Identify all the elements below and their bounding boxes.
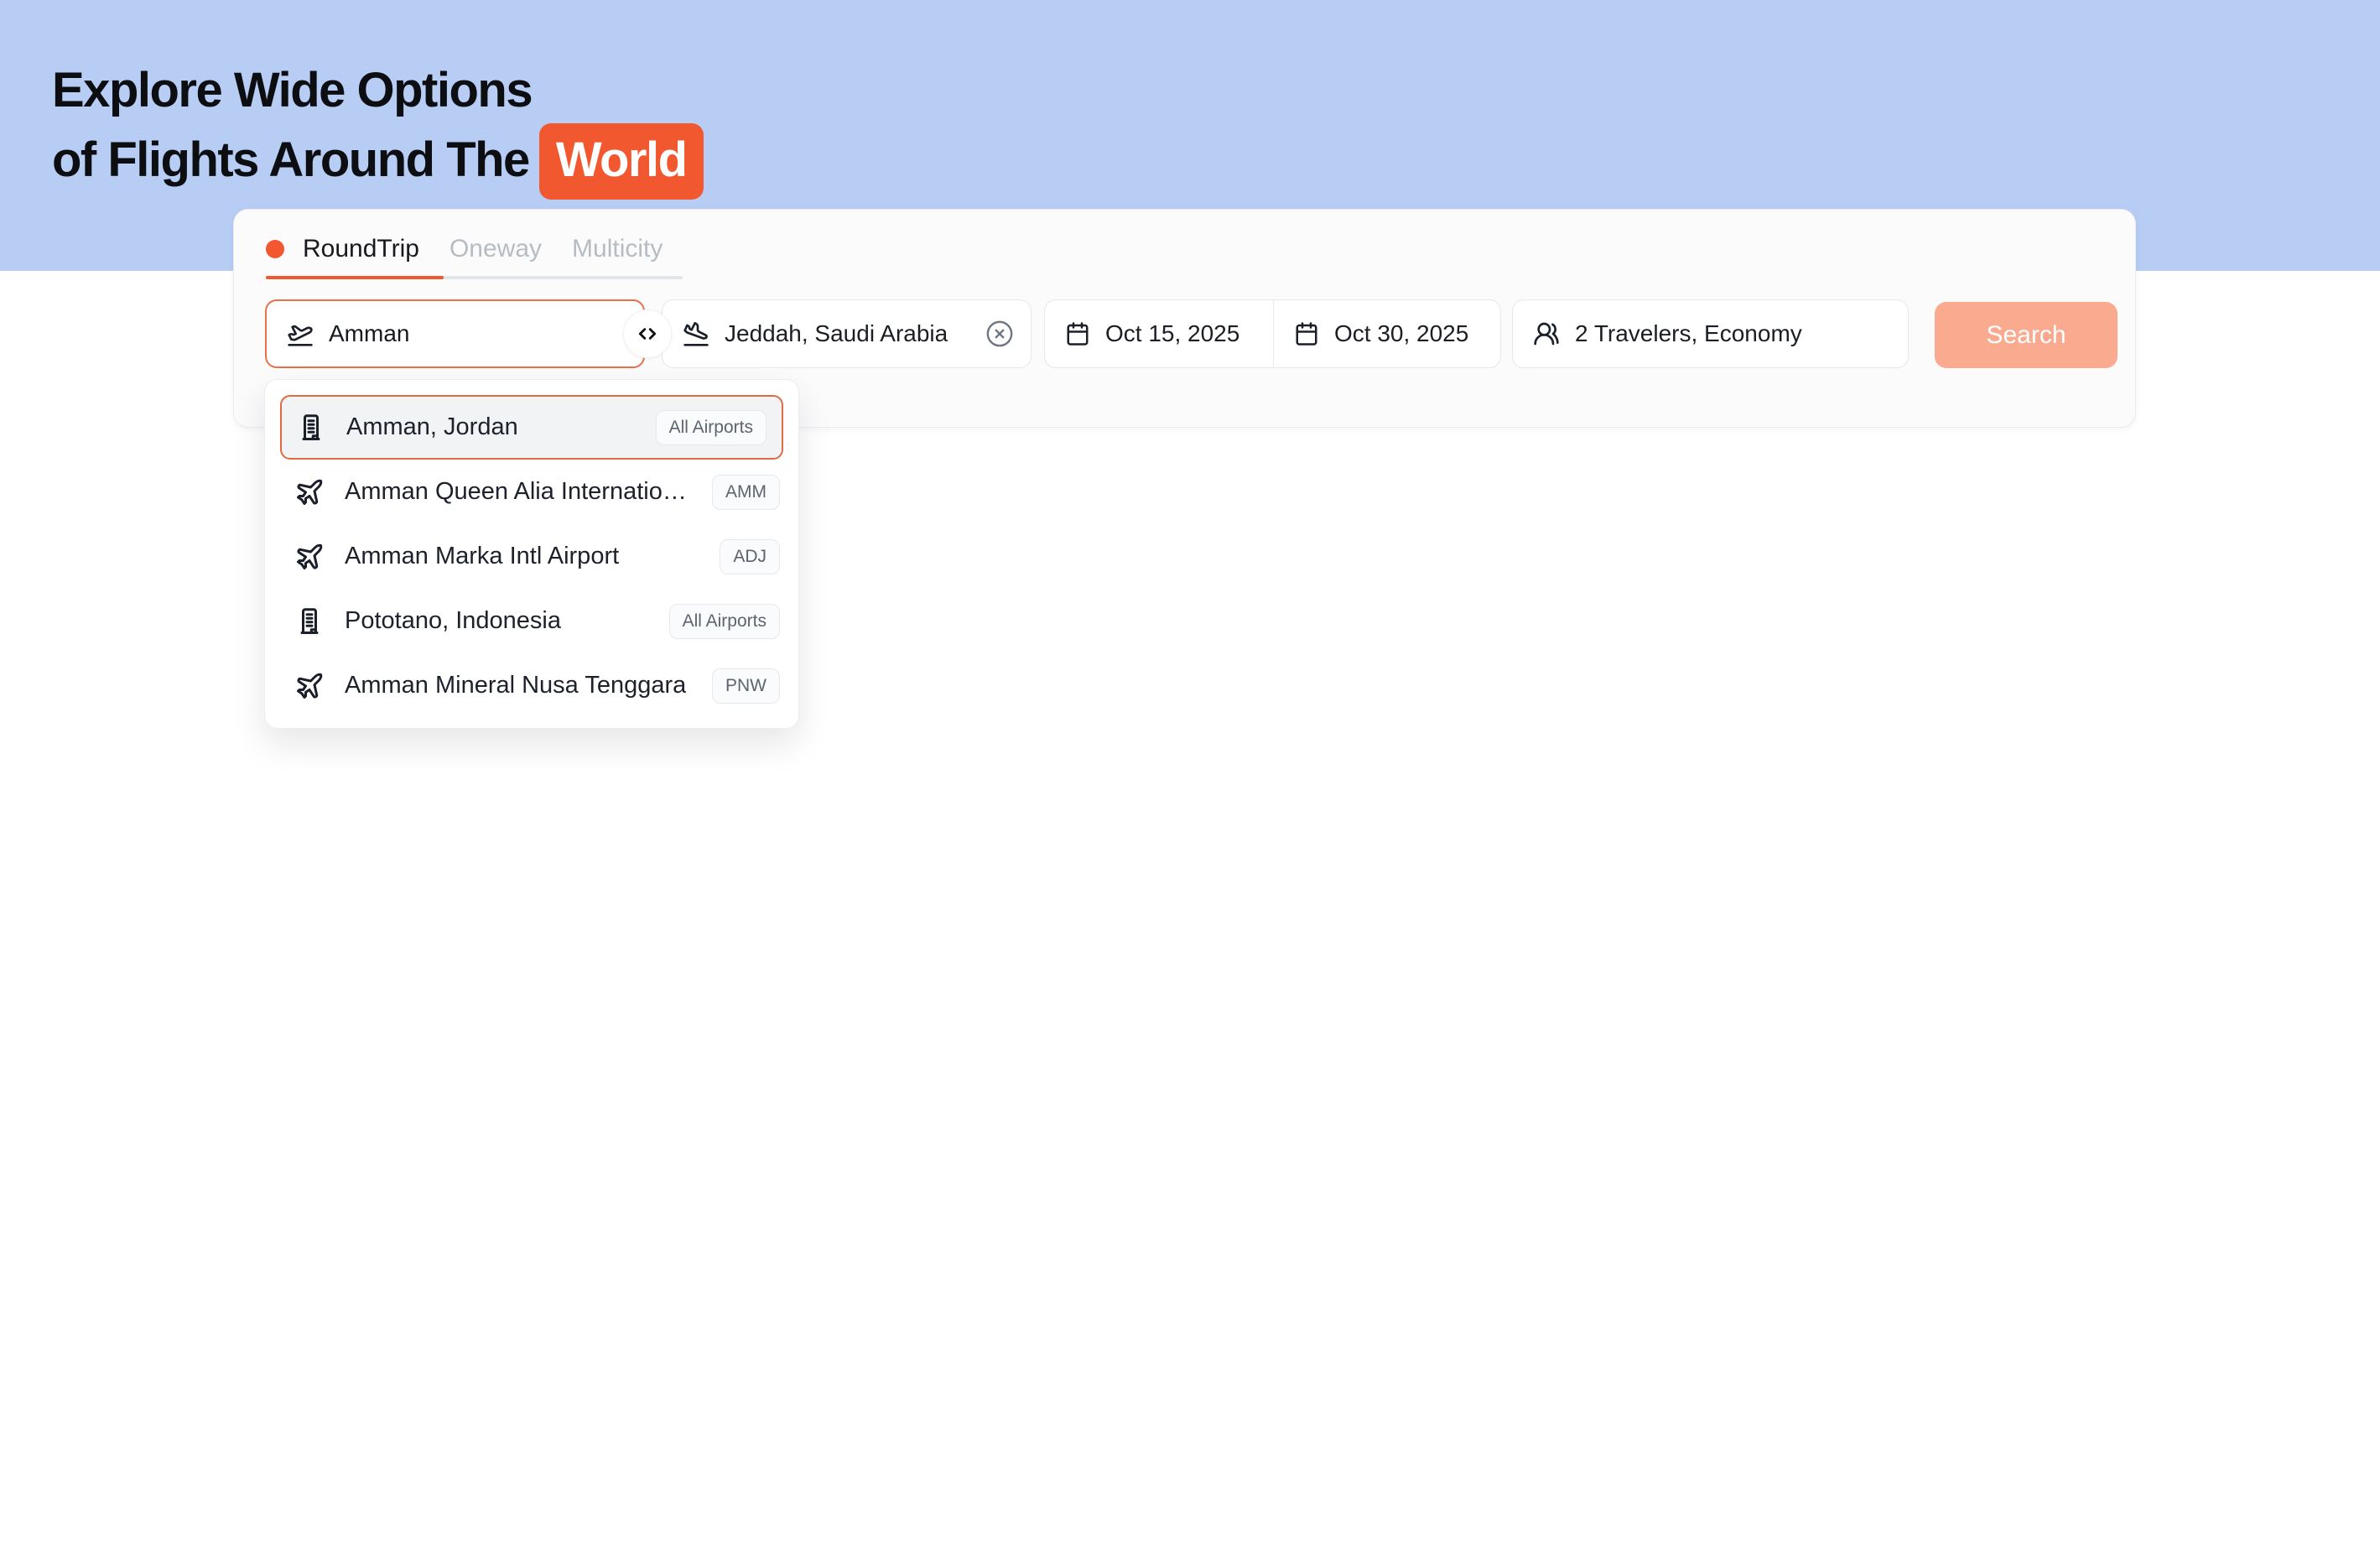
page-title-line2-text: of Flights Around The	[52, 133, 529, 187]
calendar-icon	[1065, 321, 1090, 346]
suggestion-marka-airport[interactable]: Amman Marka Intl Airport ADJ	[265, 524, 798, 589]
title-highlight-chip: World	[539, 123, 704, 200]
suggestion-name: Pototano, Indonesia	[345, 607, 561, 635]
calendar-icon	[1294, 321, 1319, 346]
suggestion-name: Amman Mineral Nusa Tenggara	[345, 672, 686, 699]
active-tab-dot-icon	[266, 240, 284, 258]
clear-destination-button[interactable]	[985, 320, 1014, 348]
travelers-icon	[1533, 320, 1560, 347]
suggestion-amman-mineral[interactable]: Amman Mineral Nusa Tenggara PNW	[265, 653, 798, 718]
swap-arrows-icon	[637, 323, 658, 345]
travelers-value: 2 Travelers, Economy	[1575, 320, 1802, 347]
page-title-line2: of Flights Around TheWorld	[52, 123, 704, 200]
plane-takeoff-icon	[287, 320, 314, 347]
trip-type-tabs: RoundTrip Oneway Multicity	[266, 235, 663, 263]
plane-icon	[294, 671, 325, 701]
swap-origin-destination-button[interactable]	[623, 309, 672, 358]
suggestion-badge: AMM	[712, 475, 780, 510]
origin-input[interactable]	[329, 320, 626, 347]
suggestion-name: Amman, Jordan	[346, 413, 518, 441]
tab-oneway[interactable]: Oneway	[449, 235, 542, 263]
suggestion-badge: PNW	[712, 668, 780, 704]
return-date-value: Oct 30, 2025	[1334, 320, 1468, 347]
suggestion-name: Amman Queen Alia Internation...	[345, 478, 692, 506]
plane-icon	[294, 542, 325, 572]
building-icon	[294, 606, 325, 637]
circle-x-icon	[985, 320, 1014, 348]
tab-roundtrip-label: RoundTrip	[303, 235, 419, 263]
tab-multicity[interactable]: Multicity	[572, 235, 663, 263]
suggestion-pototano-indonesia[interactable]: Pototano, Indonesia All Airports	[265, 589, 798, 653]
tab-multicity-label: Multicity	[572, 235, 663, 263]
travelers-field[interactable]: 2 Travelers, Economy	[1512, 299, 1909, 368]
building-icon	[296, 413, 326, 443]
origin-field[interactable]	[265, 299, 645, 368]
suggestion-badge: All Airports	[669, 604, 780, 639]
plane-icon	[294, 477, 325, 507]
page-title-line1: Explore Wide Options	[52, 57, 704, 123]
tab-roundtrip[interactable]: RoundTrip	[266, 235, 419, 263]
origin-suggestions-dropdown: Amman, Jordan All Airports Amman Queen A…	[264, 379, 799, 729]
tab-underline-track	[266, 276, 683, 279]
plane-landing-icon	[683, 320, 709, 347]
page-title: Explore Wide Options of Flights Around T…	[52, 57, 704, 200]
return-date-field[interactable]: Oct 30, 2025	[1273, 299, 1501, 368]
suggestion-amman-jordan[interactable]: Amman, Jordan All Airports	[280, 395, 783, 460]
tab-underline-active	[266, 276, 444, 279]
depart-date-field[interactable]: Oct 15, 2025	[1044, 299, 1273, 368]
suggestion-badge: ADJ	[720, 539, 780, 574]
search-button[interactable]: Search	[1935, 302, 2118, 368]
suggestion-badge: All Airports	[656, 410, 766, 445]
depart-date-value: Oct 15, 2025	[1105, 320, 1239, 347]
suggestion-queen-alia-airport[interactable]: Amman Queen Alia Internation... AMM	[265, 460, 798, 524]
tab-oneway-label: Oneway	[449, 235, 542, 263]
suggestion-name: Amman Marka Intl Airport	[345, 543, 619, 570]
destination-value: Jeddah, Saudi Arabia	[725, 320, 970, 347]
destination-field[interactable]: Jeddah, Saudi Arabia	[662, 299, 1032, 368]
